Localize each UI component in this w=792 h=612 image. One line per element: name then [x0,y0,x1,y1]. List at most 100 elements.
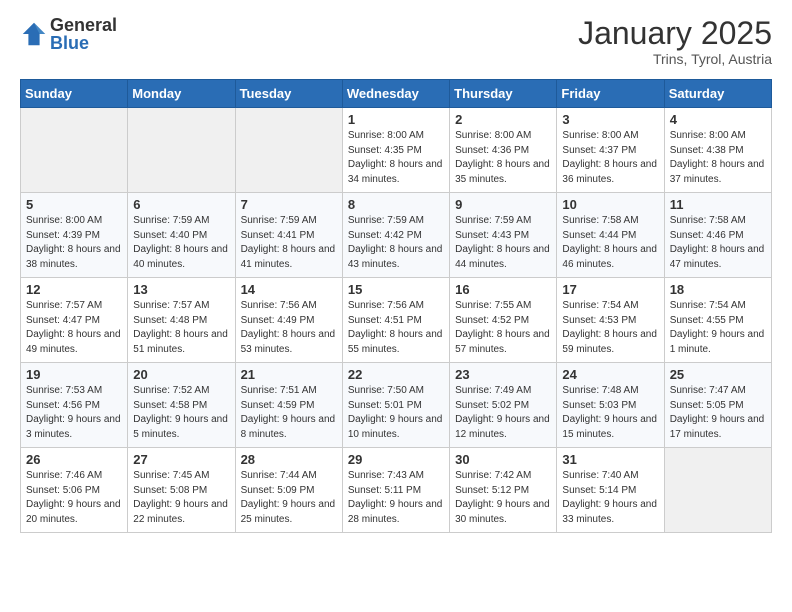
calendar-cell: 22Sunrise: 7:50 AM Sunset: 5:01 PM Dayli… [342,363,449,448]
calendar-cell: 24 Sunrise: 7:48 AM Sunset: 5:03 PM Dayli… [557,363,664,448]
logo-general-text: General [50,16,117,34]
calendar-week-3: 12 Sunrise: 7:57 AM Sunset: 4:47 PM Dayli… [21,278,772,363]
day-info: Sunrise: 7:59 AM Sunset: 4:41 PM Dayligh… [241,214,337,272]
day-number: 10 [562,197,658,212]
page: General Blue January 2025 Trins, Tyrol, … [0,0,792,549]
calendar-cell: 27Sunrise: 7:45 AM Sunset: 5:08 PM Dayli… [128,448,235,533]
logo-text: General Blue [50,16,117,52]
calendar-cell: 7 Sunrise: 7:59 AM Sunset: 4:41 PM Daylig… [235,193,342,278]
day-info: Sunrise: 7:48 AM Sunset: 5:03 PM Dayligh… [562,384,658,442]
weekday-tuesday: Tuesday [235,80,342,108]
calendar-cell: 19Sunrise: 7:53 AM Sunset: 4:56 PM Dayli… [21,363,128,448]
calendar-cell: 2 Sunrise: 8:00 AM Sunset: 4:36 PM Daylig… [450,108,557,193]
day-number: 29 [348,452,444,467]
day-number: 14 [241,282,337,297]
day-info: Sunrise: 7:54 AM Sunset: 4:55 PM Dayligh… [670,299,766,357]
day-number: 18 [670,282,766,297]
calendar-cell: 12 Sunrise: 7:57 AM Sunset: 4:47 PM Dayli… [21,278,128,363]
calendar-cell [235,108,342,193]
day-number: 6 [133,197,229,212]
calendar-cell [21,108,128,193]
day-info: Sunrise: 7:58 AM Sunset: 4:46 PM Dayligh… [670,214,766,272]
day-info: Sunrise: 8:00 AM Sunset: 4:38 PM Dayligh… [670,129,766,187]
day-info: Sunrise: 7:58 AM Sunset: 4:44 PM Dayligh… [562,214,658,272]
day-info: Sunrise: 7:47 AM Sunset: 5:05 PM Dayligh… [670,384,766,442]
calendar-cell: 26Sunrise: 7:46 AM Sunset: 5:06 PM Dayli… [21,448,128,533]
logo-icon [20,20,48,48]
calendar-cell: 17 Sunrise: 7:54 AM Sunset: 4:53 PM Dayli… [557,278,664,363]
day-number: 11 [670,197,766,212]
day-number: 20 [133,367,229,382]
day-info: Sunrise: 8:00 AM Sunset: 4:39 PM Dayligh… [26,214,122,272]
header: General Blue January 2025 Trins, Tyrol, … [20,16,772,67]
day-number: 13 [133,282,229,297]
calendar-cell: 31Sunrise: 7:40 AM Sunset: 5:14 PM Dayli… [557,448,664,533]
day-number: 30 [455,452,551,467]
day-info: Sunrise: 7:59 AM Sunset: 4:42 PM Dayligh… [348,214,444,272]
calendar-cell: 18 Sunrise: 7:54 AM Sunset: 4:55 PM Dayli… [664,278,771,363]
calendar-table: SundayMondayTuesdayWednesdayThursdayFrid… [20,79,772,533]
day-number: 21 [241,367,337,382]
day-number: 4 [670,112,766,127]
day-info: Sunrise: 8:00 AM Sunset: 4:37 PM Dayligh… [562,129,658,187]
calendar-cell: 20 Sunrise: 7:52 AM Sunset: 4:58 PM Dayli… [128,363,235,448]
day-info: Sunrise: 7:54 AM Sunset: 4:53 PM Dayligh… [562,299,658,357]
day-number: 28 [241,452,337,467]
weekday-thursday: Thursday [450,80,557,108]
month-title: January 2025 [578,16,772,51]
calendar-cell: 3 Sunrise: 8:00 AM Sunset: 4:37 PM Daylig… [557,108,664,193]
day-info: Sunrise: 7:57 AM Sunset: 4:47 PM Dayligh… [26,299,122,357]
day-number: 3 [562,112,658,127]
calendar-cell: 10 Sunrise: 7:58 AM Sunset: 4:44 PM Dayli… [557,193,664,278]
day-number: 23 [455,367,551,382]
day-number: 15 [348,282,444,297]
day-number: 26 [26,452,122,467]
calendar-cell [664,448,771,533]
day-number: 12 [26,282,122,297]
day-number: 1 [348,112,444,127]
weekday-saturday: Saturday [664,80,771,108]
calendar-cell: 5Sunrise: 8:00 AM Sunset: 4:39 PM Daylig… [21,193,128,278]
calendar-cell: 8Sunrise: 7:59 AM Sunset: 4:42 PM Daylig… [342,193,449,278]
weekday-sunday: Sunday [21,80,128,108]
weekday-monday: Monday [128,80,235,108]
logo: General Blue [20,16,117,52]
calendar-cell: 23 Sunrise: 7:49 AM Sunset: 5:02 PM Dayli… [450,363,557,448]
day-info: Sunrise: 7:53 AM Sunset: 4:56 PM Dayligh… [26,384,122,442]
day-info: Sunrise: 7:55 AM Sunset: 4:52 PM Dayligh… [455,299,551,357]
calendar-cell: 16Sunrise: 7:55 AM Sunset: 4:52 PM Dayli… [450,278,557,363]
calendar-week-4: 19Sunrise: 7:53 AM Sunset: 4:56 PM Dayli… [21,363,772,448]
day-info: Sunrise: 7:43 AM Sunset: 5:11 PM Dayligh… [348,469,444,527]
title-area: January 2025 Trins, Tyrol, Austria [578,16,772,67]
weekday-header-row: SundayMondayTuesdayWednesdayThursdayFrid… [21,80,772,108]
calendar-cell: 25 Sunrise: 7:47 AM Sunset: 5:05 PM Dayli… [664,363,771,448]
logo-blue-text: Blue [50,34,117,52]
day-number: 31 [562,452,658,467]
day-info: Sunrise: 8:00 AM Sunset: 4:35 PM Dayligh… [348,129,444,187]
weekday-friday: Friday [557,80,664,108]
day-info: Sunrise: 7:42 AM Sunset: 5:12 PM Dayligh… [455,469,551,527]
day-info: Sunrise: 7:56 AM Sunset: 4:51 PM Dayligh… [348,299,444,357]
day-number: 7 [241,197,337,212]
day-number: 2 [455,112,551,127]
calendar-cell: 1 Sunrise: 8:00 AM Sunset: 4:35 PM Daylig… [342,108,449,193]
day-info: Sunrise: 7:49 AM Sunset: 5:02 PM Dayligh… [455,384,551,442]
day-info: Sunrise: 7:50 AM Sunset: 5:01 PM Dayligh… [348,384,444,442]
calendar-cell: 11 Sunrise: 7:58 AM Sunset: 4:46 PM Dayli… [664,193,771,278]
day-number: 9 [455,197,551,212]
day-info: Sunrise: 7:59 AM Sunset: 4:40 PM Dayligh… [133,214,229,272]
day-info: Sunrise: 7:52 AM Sunset: 4:58 PM Dayligh… [133,384,229,442]
calendar-week-5: 26Sunrise: 7:46 AM Sunset: 5:06 PM Dayli… [21,448,772,533]
calendar-week-1: 1 Sunrise: 8:00 AM Sunset: 4:35 PM Daylig… [21,108,772,193]
location: Trins, Tyrol, Austria [578,51,772,67]
day-info: Sunrise: 7:59 AM Sunset: 4:43 PM Dayligh… [455,214,551,272]
calendar-cell: 4 Sunrise: 8:00 AM Sunset: 4:38 PM Daylig… [664,108,771,193]
calendar-cell: 30 Sunrise: 7:42 AM Sunset: 5:12 PM Dayli… [450,448,557,533]
day-number: 25 [670,367,766,382]
day-info: Sunrise: 8:00 AM Sunset: 4:36 PM Dayligh… [455,129,551,187]
day-number: 17 [562,282,658,297]
calendar-cell: 29 Sunrise: 7:43 AM Sunset: 5:11 PM Dayli… [342,448,449,533]
calendar-cell: 13Sunrise: 7:57 AM Sunset: 4:48 PM Dayli… [128,278,235,363]
day-number: 24 [562,367,658,382]
calendar-cell: 21Sunrise: 7:51 AM Sunset: 4:59 PM Dayli… [235,363,342,448]
